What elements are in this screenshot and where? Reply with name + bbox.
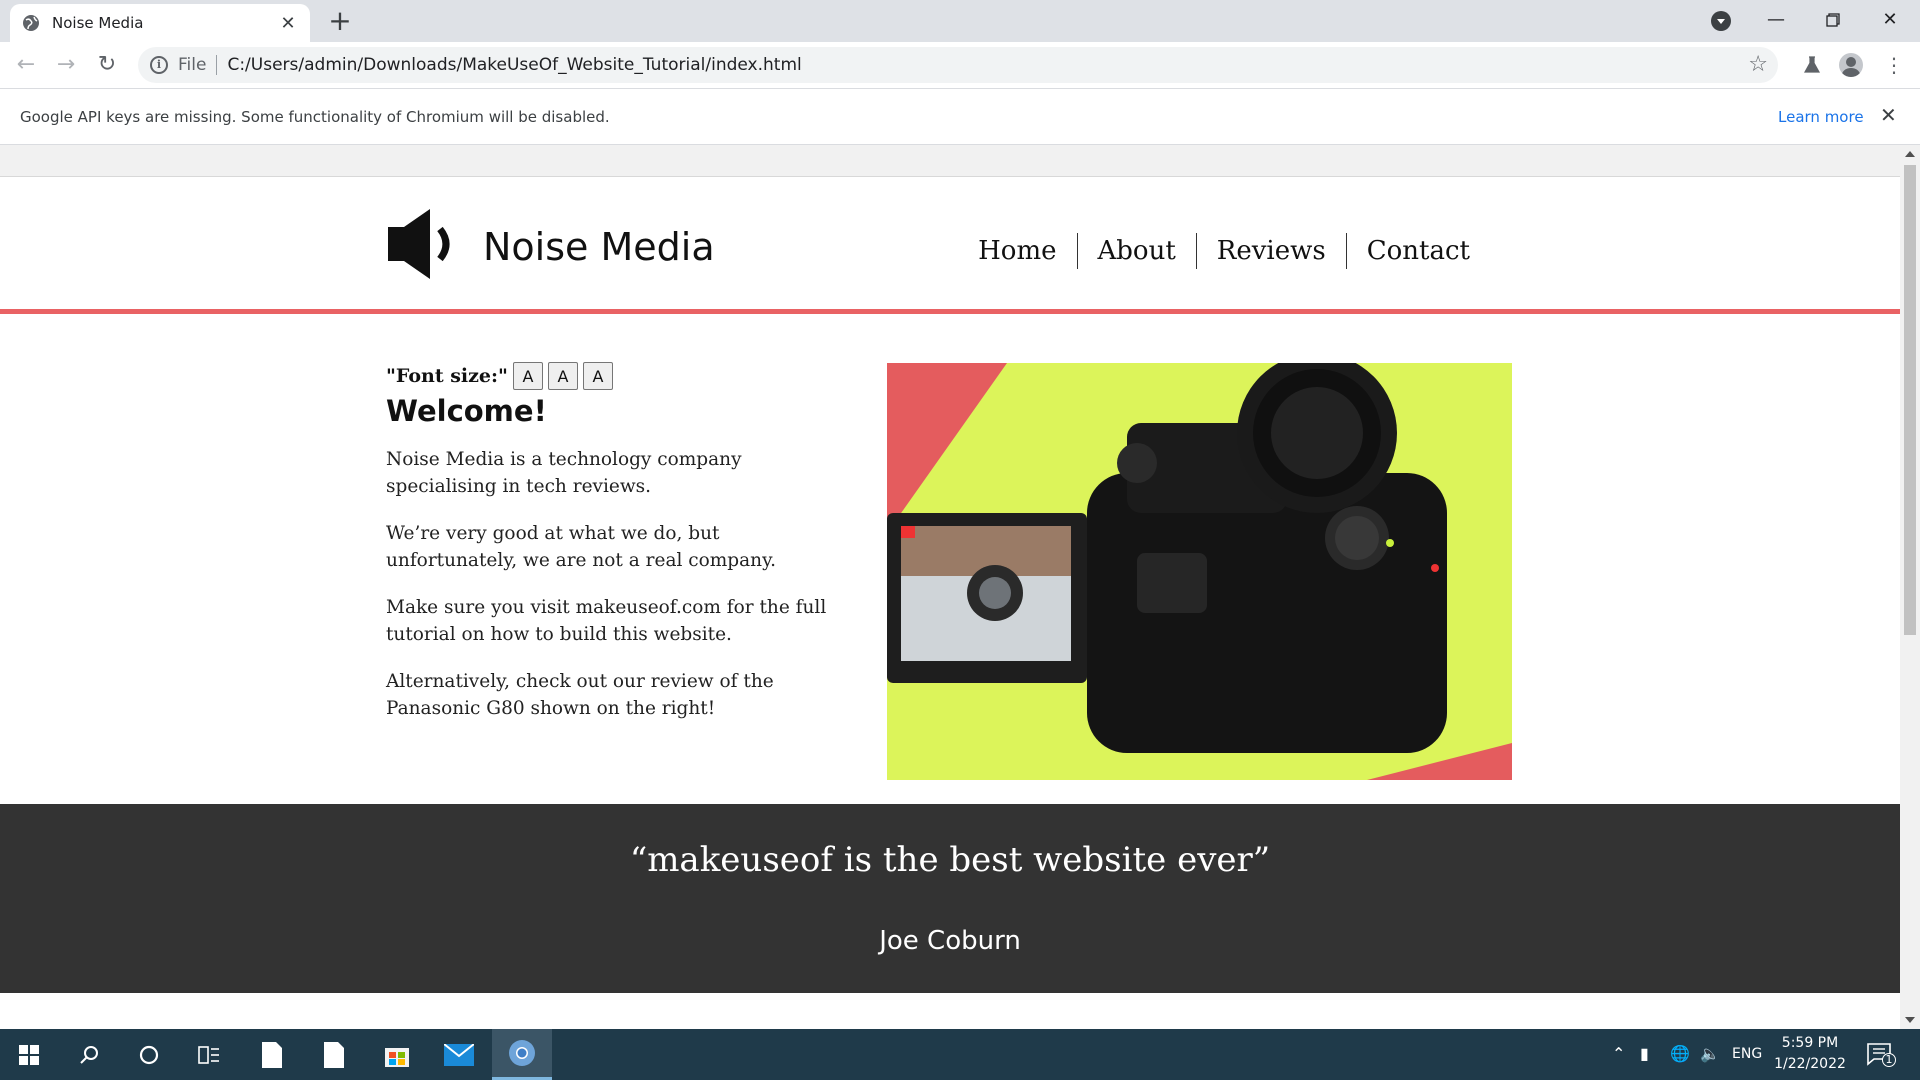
review-paragraph: Alternatively, check out our review of t… <box>386 671 774 719</box>
globe-icon <box>23 15 39 31</box>
info-icon[interactable]: i <box>150 56 168 74</box>
menu-kebab-icon[interactable]: ⋮ <box>1880 51 1908 79</box>
web-page: Noise Media Home About Reviews Contact "… <box>0 177 1900 1029</box>
nav-contact-link[interactable]: Contact <box>1345 233 1490 269</box>
windows-taskbar: ⌃ ▮ 🌐 🔈 ENG 5:59 PM 1/22/2022 1 <box>0 1029 1920 1080</box>
url-text[interactable]: C:/Users/admin/Downloads/MakeUseOf_Websi… <box>227 55 801 75</box>
clock-date: 1/22/2022 <box>1774 1056 1846 1072</box>
page-top-band <box>0 145 1900 177</box>
testimonial-quote: “makeuseof is the best website ever” <box>629 840 1271 880</box>
font-size-controls: "Font size:" A A A <box>386 362 846 390</box>
camera-illustration <box>887 363 1512 780</box>
nav-home-link[interactable]: Home <box>958 233 1076 269</box>
intro-paragraph: Noise Media is a technology company spec… <box>386 449 742 497</box>
tab-strip: Noise Media ✕ + — ✕ <box>0 0 1920 42</box>
main-text-column: "Font size:" A A A Welcome! Noise Media … <box>386 362 846 722</box>
profile-avatar-icon[interactable] <box>1839 53 1863 77</box>
reload-icon[interactable]: ↻ <box>93 51 121 79</box>
mail-icon[interactable] <box>430 1029 488 1080</box>
battery-icon[interactable]: ▮ <box>1640 1044 1649 1063</box>
file-icon[interactable] <box>243 1029 301 1080</box>
site-title: Noise Media <box>483 225 715 269</box>
tab-search-icon[interactable] <box>1711 11 1731 31</box>
back-icon[interactable]: ← <box>12 51 40 79</box>
labs-flask-icon[interactable] <box>1798 51 1826 79</box>
testimonial-band: “makeuseof is the best website ever” Joe… <box>0 804 1900 993</box>
page-scrollbar[interactable] <box>1900 145 1920 1029</box>
disclaimer-paragraph: We’re very good at what we do, but unfor… <box>386 523 776 571</box>
store-icon[interactable] <box>368 1029 426 1080</box>
search-icon[interactable] <box>60 1029 118 1080</box>
browser-tab[interactable]: Noise Media ✕ <box>10 4 310 42</box>
nav-reviews-link[interactable]: Reviews <box>1195 233 1346 269</box>
testimonial-author: Joe Coburn <box>879 926 1021 956</box>
camera-hero-image <box>887 363 1512 780</box>
tab-title: Noise Media <box>52 14 144 32</box>
volume-icon[interactable]: 🔈 <box>1700 1044 1720 1063</box>
clock-time: 5:59 PM <box>1781 1035 1839 1051</box>
language-indicator[interactable]: ENG <box>1732 1046 1762 1062</box>
address-divider <box>216 55 218 75</box>
api-keys-infobar: Google API keys are missing. Some functi… <box>0 88 1920 145</box>
network-globe-icon[interactable]: 🌐 <box>1670 1044 1690 1063</box>
nav-about-link[interactable]: About <box>1076 233 1196 269</box>
windows-start-icon[interactable] <box>0 1029 58 1080</box>
system-clock[interactable]: 5:59 PM 1/22/2022 <box>1770 1033 1850 1075</box>
scroll-thumb[interactable] <box>1904 165 1916 635</box>
learn-more-link[interactable]: Learn more <box>1778 108 1864 126</box>
tutorial-paragraph: Make sure you visit makeuseof.com for th… <box>386 597 827 645</box>
infobar-message: Google API keys are missing. Some functi… <box>20 108 610 126</box>
notification-center-icon[interactable]: 1 <box>1866 1041 1896 1069</box>
chromium-icon[interactable] <box>492 1029 552 1080</box>
infobar-close-icon[interactable]: ✕ <box>1880 103 1897 127</box>
scroll-up-arrow-icon[interactable] <box>1905 151 1915 157</box>
font-size-label: "Font size:" <box>386 365 508 387</box>
document-icon[interactable] <box>305 1029 363 1080</box>
close-window-icon[interactable]: ✕ <box>1872 6 1908 34</box>
site-nav: Home About Reviews Contact <box>958 233 1490 269</box>
site-header: Noise Media Home About Reviews Contact <box>0 177 1900 314</box>
cortana-icon[interactable] <box>120 1029 178 1080</box>
tab-close-icon[interactable]: ✕ <box>278 13 298 34</box>
task-view-icon[interactable] <box>180 1029 238 1080</box>
speaker-logo-icon <box>388 209 450 279</box>
minimize-icon[interactable]: — <box>1758 6 1794 34</box>
bookmark-star-icon[interactable]: ☆ <box>1748 52 1768 77</box>
scroll-down-arrow-icon[interactable] <box>1905 1017 1915 1023</box>
new-tab-button[interactable]: + <box>324 6 356 38</box>
forward-icon[interactable]: → <box>52 51 80 79</box>
font-size-medium-button[interactable]: A <box>547 362 578 390</box>
welcome-heading: Welcome! <box>386 394 547 428</box>
address-bar[interactable]: i File C:/Users/admin/Downloads/MakeUseO… <box>138 47 1778 83</box>
font-size-small-button[interactable]: A <box>512 362 543 390</box>
notification-count-badge: 1 <box>1882 1053 1896 1067</box>
restore-icon[interactable] <box>1815 6 1851 34</box>
font-size-large-button[interactable]: A <box>582 362 613 390</box>
scheme-label: File <box>178 55 207 75</box>
browser-toolbar: ← → ↻ i File C:/Users/admin/Downloads/Ma… <box>0 42 1920 88</box>
tray-chevron-icon[interactable]: ⌃ <box>1612 1044 1625 1063</box>
